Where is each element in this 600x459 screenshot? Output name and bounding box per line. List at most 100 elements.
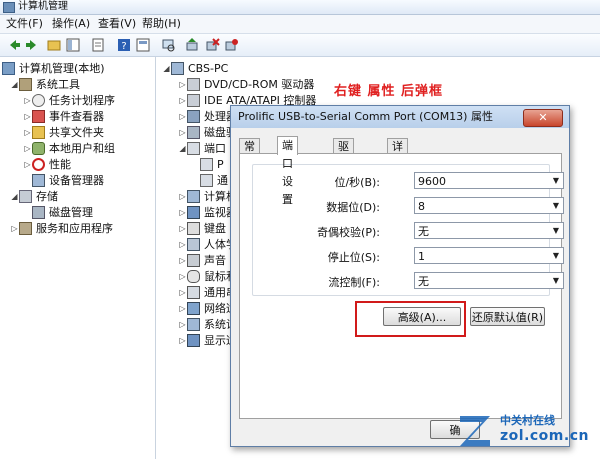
tree-performance[interactable]: ▷ 性能 <box>23 156 71 172</box>
tab-driver[interactable]: 驱动程序 <box>333 138 354 198</box>
expanded-arrow-icon[interactable]: ◢ <box>178 144 187 153</box>
collapsed-arrow-icon[interactable]: ▷ <box>23 144 32 153</box>
tree-shared-folders[interactable]: ▷ 共享文件夹 <box>23 124 104 140</box>
baud-rate-value: 9600 <box>418 175 446 188</box>
data-bits-select[interactable]: 8 ▼ <box>414 197 564 214</box>
restore-defaults-button[interactable]: 还原默认值(R) <box>470 307 545 326</box>
menu-help[interactable]: 帮助(H) <box>142 15 181 33</box>
tree-label: 设备管理器 <box>49 174 104 187</box>
expanded-arrow-icon[interactable]: ◢ <box>10 80 19 89</box>
collapsed-arrow-icon[interactable]: ▷ <box>178 240 187 249</box>
tab-details[interactable]: 详细信息 <box>387 138 408 198</box>
device-category[interactable]: ◢ 端口 <box>178 140 226 156</box>
menu-action[interactable]: 操作(A) <box>52 15 90 33</box>
device-item[interactable]: 通 <box>200 172 228 188</box>
flow-control-value: 无 <box>418 275 429 288</box>
collapsed-arrow-icon[interactable]: ▷ <box>178 208 187 217</box>
device-label: 声音 <box>204 254 226 267</box>
disable-icon[interactable] <box>223 37 239 53</box>
tree-storage[interactable]: ◢ 存储 <box>10 188 58 204</box>
tree-disk-management[interactable]: 磁盘管理 <box>32 204 93 220</box>
collapsed-arrow-icon[interactable]: ▷ <box>178 112 187 121</box>
collapsed-arrow-icon[interactable]: ▷ <box>178 256 187 265</box>
device-root[interactable]: ◢ CBS-PC <box>162 60 228 76</box>
device-category[interactable]: ▷ DVD/CD-ROM 驱动器 <box>178 76 314 92</box>
update-driver-icon[interactable] <box>184 37 200 53</box>
disk-icon <box>32 205 45 219</box>
collapsed-arrow-icon[interactable]: ▷ <box>178 304 187 313</box>
collapsed-arrow-icon[interactable]: ▷ <box>178 96 187 105</box>
dvd-drive-icon <box>187 77 200 91</box>
tree-label: 服务和应用程序 <box>36 222 113 235</box>
back-arrow-icon[interactable] <box>6 37 22 53</box>
tree-root[interactable]: 计算机管理(本地) <box>2 60 105 76</box>
ok-button[interactable]: 确 <box>430 420 480 439</box>
stop-bits-select[interactable]: 1 ▼ <box>414 247 564 264</box>
device-root-label: CBS-PC <box>188 61 229 75</box>
device-category[interactable]: ▷ 网络适 <box>178 300 237 316</box>
scan-hardware-icon[interactable] <box>160 37 176 53</box>
collapsed-arrow-icon[interactable]: ▷ <box>178 272 187 281</box>
forward-arrow-icon[interactable] <box>24 37 40 53</box>
computer-management-icon <box>2 61 15 75</box>
device-category[interactable]: ▷ 系统设 <box>178 316 237 332</box>
menu-file[interactable]: 文件(F) <box>6 15 43 33</box>
dropdown-arrow-icon[interactable]: ▼ <box>549 248 563 263</box>
dropdown-arrow-icon[interactable]: ▼ <box>549 223 563 238</box>
flow-control-label: 流控制(F): <box>328 276 380 289</box>
collapsed-arrow-icon[interactable]: ▷ <box>23 160 32 169</box>
tree-device-manager[interactable]: 设备管理器 <box>32 172 104 188</box>
speaker-icon <box>187 253 200 267</box>
device-category[interactable]: ▷ 处理器 <box>178 108 237 124</box>
collapsed-arrow-icon[interactable]: ▷ <box>178 192 187 201</box>
view-icon[interactable] <box>135 37 151 53</box>
monitor-icon <box>187 205 200 219</box>
device-category[interactable]: ▷ 键盘 <box>178 220 226 236</box>
collapsed-arrow-icon[interactable]: ▷ <box>178 80 187 89</box>
device-category[interactable]: ▷ 通用串 <box>178 284 237 300</box>
device-category[interactable]: ▷ 计算机 <box>178 188 237 204</box>
collapsed-arrow-icon[interactable]: ▷ <box>178 224 187 233</box>
expanded-arrow-icon[interactable]: ◢ <box>162 64 171 73</box>
tree-services[interactable]: ▷ 服务和应用程序 <box>10 220 113 236</box>
properties-icon[interactable] <box>90 37 106 53</box>
services-icon <box>19 221 32 235</box>
device-category[interactable]: ▷ 显示适 <box>178 332 237 348</box>
clock-icon <box>32 93 45 107</box>
collapsed-arrow-icon[interactable]: ▷ <box>178 288 187 297</box>
tab-port-settings[interactable]: 端口设置 <box>277 136 298 206</box>
parity-select[interactable]: 无 ▼ <box>414 222 564 239</box>
device-category[interactable]: ▷ 鼠标和 <box>178 268 237 284</box>
device-category[interactable]: ▷ 监视器 <box>178 204 237 220</box>
help-icon[interactable]: ? <box>116 37 132 53</box>
tree-task-scheduler[interactable]: ▷ 任务计划程序 <box>23 92 115 108</box>
dropdown-arrow-icon[interactable]: ▼ <box>549 198 563 213</box>
collapsed-arrow-icon[interactable]: ▷ <box>178 320 187 329</box>
collapsed-arrow-icon[interactable]: ▷ <box>10 224 19 233</box>
collapsed-arrow-icon[interactable]: ▷ <box>178 128 187 137</box>
menu-view[interactable]: 查看(V) <box>98 15 136 33</box>
collapsed-arrow-icon[interactable]: ▷ <box>23 112 32 121</box>
expanded-arrow-icon[interactable]: ◢ <box>10 192 19 201</box>
device-category[interactable]: ▷ 人体学 <box>178 236 237 252</box>
collapsed-arrow-icon[interactable]: ▷ <box>23 96 32 105</box>
dropdown-arrow-icon[interactable]: ▼ <box>549 273 563 288</box>
tree-local-users[interactable]: ▷ 本地用户和组 <box>23 140 115 156</box>
close-button[interactable]: ✕ <box>523 109 563 127</box>
collapsed-arrow-icon[interactable]: ▷ <box>178 336 187 345</box>
dropdown-arrow-icon[interactable]: ▼ <box>549 173 563 188</box>
advanced-button[interactable]: 高级(A)... <box>383 307 461 326</box>
uninstall-icon[interactable] <box>204 37 220 53</box>
flow-control-select[interactable]: 无 ▼ <box>414 272 564 289</box>
device-category[interactable]: ▷ 声音 <box>178 252 226 268</box>
up-folder-icon[interactable] <box>46 37 62 53</box>
tree-system-tools[interactable]: ◢ 系统工具 <box>10 76 80 92</box>
collapsed-arrow-icon[interactable]: ▷ <box>23 128 32 137</box>
show-hide-tree-icon[interactable] <box>65 37 81 53</box>
tree-event-viewer[interactable]: ▷ 事件查看器 <box>23 108 104 124</box>
computer-management-icon <box>3 2 15 13</box>
storage-icon <box>19 189 32 203</box>
baud-rate-select[interactable]: 9600 ▼ <box>414 172 564 189</box>
tab-general[interactable]: 常规 <box>239 138 260 168</box>
device-item[interactable]: P <box>200 156 224 172</box>
